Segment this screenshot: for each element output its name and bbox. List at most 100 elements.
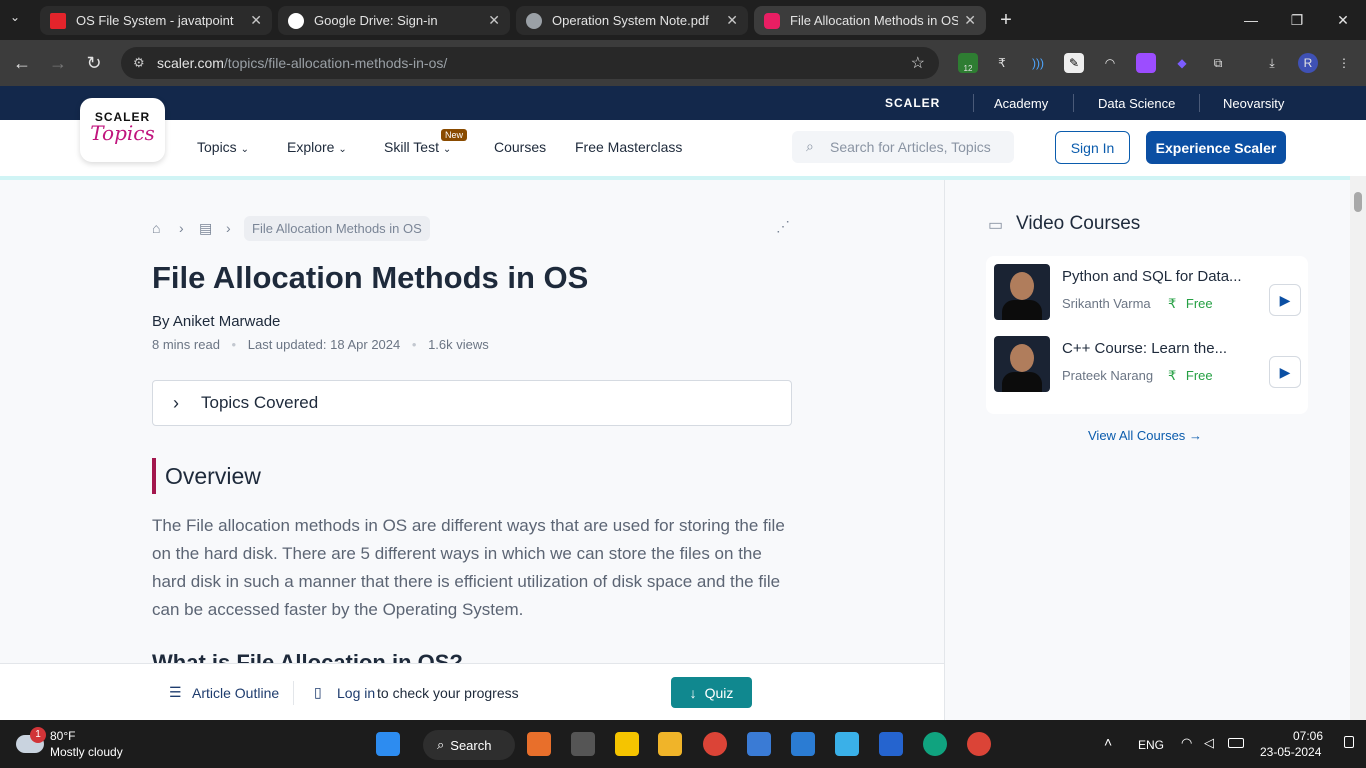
copilot-icon[interactable] xyxy=(527,732,551,756)
login-link[interactable]: Log in xyxy=(337,685,375,701)
close-tab-icon[interactable]: ✕ xyxy=(726,12,738,29)
scrollbar-thumb[interactable] xyxy=(1354,192,1362,212)
nav-explore[interactable]: Explore ⌄ xyxy=(287,139,347,155)
eyedropper-extension-icon[interactable]: ✎ xyxy=(1064,53,1084,73)
tab-title: File Allocation Methods in OS - xyxy=(790,13,959,28)
chatgpt-icon[interactable] xyxy=(923,732,947,756)
task-view-icon[interactable] xyxy=(571,732,595,756)
tab-scaler[interactable]: File Allocation Methods in OS - ✕ xyxy=(754,6,986,35)
restore-button[interactable]: ❐ xyxy=(1274,0,1320,40)
back-button[interactable]: ← xyxy=(10,51,34,75)
battery-icon[interactable] xyxy=(1228,738,1244,748)
scaler-topics-logo[interactable]: SCALER Topics xyxy=(80,98,165,162)
experience-scaler-button[interactable]: Experience Scaler xyxy=(1146,131,1286,164)
nav-courses[interactable]: Courses xyxy=(494,139,546,155)
scaler-top-strip: SCALER Academy Data Science Neovarsity xyxy=(0,86,1366,120)
mail-icon[interactable] xyxy=(791,732,815,756)
chrome-profile-icon[interactable] xyxy=(967,732,991,756)
play-icon[interactable]: ▶ xyxy=(1269,356,1301,388)
search-placeholder: Search for Articles, Topics xyxy=(830,139,991,155)
article-icon[interactable]: ▤ xyxy=(199,220,212,237)
menu-dots-icon[interactable]: ⋮ xyxy=(1334,53,1354,73)
page-scrollbar[interactable] xyxy=(1350,176,1366,720)
extensions-puzzle-icon[interactable]: ⧉ xyxy=(1208,53,1228,73)
strip-scaler-link[interactable]: SCALER xyxy=(885,96,940,110)
new-tab-button[interactable]: + xyxy=(994,8,1018,32)
start-windows-icon[interactable] xyxy=(376,732,400,756)
article-outline-link[interactable]: Article Outline xyxy=(192,685,279,701)
download-icon[interactable]: ⤓ xyxy=(1262,53,1282,73)
nav-topics[interactable]: Topics ⌄ xyxy=(197,139,249,155)
url-path: /topics/file-allocation-methods-in-os/ xyxy=(223,55,448,71)
taskbar-search[interactable]: ⌕ Search xyxy=(423,730,515,760)
site-search-input[interactable]: ⌕ Search for Articles, Topics xyxy=(792,131,1014,163)
course-item[interactable]: Python and SQL for Data... Srikanth Varm… xyxy=(994,264,1301,320)
topics-covered-toggle[interactable]: › Topics Covered xyxy=(152,380,792,426)
close-window-button[interactable]: ✕ xyxy=(1320,0,1366,40)
site-info-icon[interactable]: ⚙ xyxy=(133,55,145,71)
strip-academy-link[interactable]: Academy xyxy=(994,96,1048,111)
strip-divider xyxy=(973,94,974,112)
tab-title: OS File System - javatpoint xyxy=(76,13,234,28)
close-tab-icon[interactable]: ✕ xyxy=(250,12,262,29)
home-icon[interactable]: ⌂ xyxy=(152,220,160,236)
nav-free-masterclass[interactable]: Free Masterclass xyxy=(575,139,682,155)
language-indicator[interactable]: ENG xyxy=(1138,738,1164,752)
profile-avatar[interactable]: R xyxy=(1298,53,1318,73)
sticky-notes-icon[interactable] xyxy=(615,732,639,756)
clock-time[interactable]: 07:06 xyxy=(1293,729,1323,743)
notepad-icon[interactable] xyxy=(835,732,859,756)
tab-search-button[interactable]: ⌄ xyxy=(10,10,20,24)
google-icon xyxy=(288,12,304,29)
close-tab-icon[interactable]: ✕ xyxy=(964,12,976,29)
tab-pdf[interactable]: Operation System Note.pdf ✕ xyxy=(516,6,748,35)
clock-date[interactable]: 23-05-2024 xyxy=(1260,745,1321,759)
strip-data-science-link[interactable]: Data Science xyxy=(1098,96,1175,111)
course-price: ₹ Free xyxy=(1168,368,1213,383)
file-explorer-icon[interactable] xyxy=(658,732,682,756)
search-icon: ⌕ xyxy=(437,737,445,752)
arrow-down-icon: ↓ xyxy=(689,684,697,701)
course-title: C++ Course: Learn the... xyxy=(1062,340,1228,357)
scaler-icon xyxy=(764,12,780,29)
nav-skill-test[interactable]: Skill Test ⌄ xyxy=(384,139,451,155)
weather-widget[interactable]: 1 80°F Mostly cloudy xyxy=(16,727,156,763)
headphones-extension-icon[interactable]: ◠ xyxy=(1100,53,1120,73)
todo-icon[interactable] xyxy=(879,732,903,756)
purple-extension-icon[interactable] xyxy=(1136,53,1156,73)
tab-google-drive[interactable]: Google Drive: Sign-in ✕ xyxy=(278,6,510,35)
tab-javatpoint[interactable]: OS File System - javatpoint ✕ xyxy=(40,6,272,35)
wifi-icon[interactable]: ◠ xyxy=(1181,735,1192,751)
article-meta: 8 mins read • Last updated: 18 Apr 2024 … xyxy=(152,337,489,352)
sign-in-button[interactable]: Sign In xyxy=(1055,131,1130,164)
address-bar[interactable]: ⚙ scaler.com/topics/file-allocation-meth… xyxy=(121,47,939,79)
play-icon[interactable]: ▶ xyxy=(1269,284,1301,316)
rupee-extension-icon[interactable]: ₹ xyxy=(992,53,1012,73)
chrome-icon[interactable] xyxy=(703,732,727,756)
reload-button[interactable]: ↻ xyxy=(82,51,106,75)
chevron-up-icon[interactable]: ˄ xyxy=(1104,734,1112,750)
article-bottom-bar: ☰ Article Outline ▯ Log in to check your… xyxy=(0,663,944,720)
chevron-down-icon: ⌄ xyxy=(338,144,347,155)
quiz-button[interactable]: ↓ Quiz xyxy=(671,677,752,708)
minimize-button[interactable]: — xyxy=(1228,0,1274,40)
course-title: Python and SQL for Data... xyxy=(1062,268,1242,285)
notifications-icon[interactable] xyxy=(1344,736,1354,748)
flame-extension-icon[interactable]: ◆ xyxy=(1172,53,1192,73)
forward-button[interactable]: → xyxy=(46,51,70,75)
audio-extension-icon[interactable]: ))) xyxy=(1028,53,1048,73)
close-tab-icon[interactable]: ✕ xyxy=(488,12,500,29)
course-item[interactable]: C++ Course: Learn the... Prateek Narang … xyxy=(994,336,1301,392)
logo-line2: Topics xyxy=(90,121,155,145)
strip-neovarsity-link[interactable]: Neovarsity xyxy=(1223,96,1284,111)
view-all-courses-link[interactable]: View All Courses → xyxy=(1088,428,1202,443)
topics-covered-label: Topics Covered xyxy=(201,393,319,412)
volume-icon[interactable]: ◁ xyxy=(1204,735,1214,751)
chevron-right-icon: › xyxy=(179,220,184,236)
extension-green-icon[interactable]: 12 xyxy=(958,53,978,73)
share-icon[interactable]: ⋰ xyxy=(776,218,790,235)
progress-text: to check your progress xyxy=(377,685,519,701)
store-icon[interactable] xyxy=(747,732,771,756)
bookmark-star-icon[interactable]: ☆ xyxy=(911,53,925,73)
weather-badge: 1 xyxy=(30,727,46,743)
